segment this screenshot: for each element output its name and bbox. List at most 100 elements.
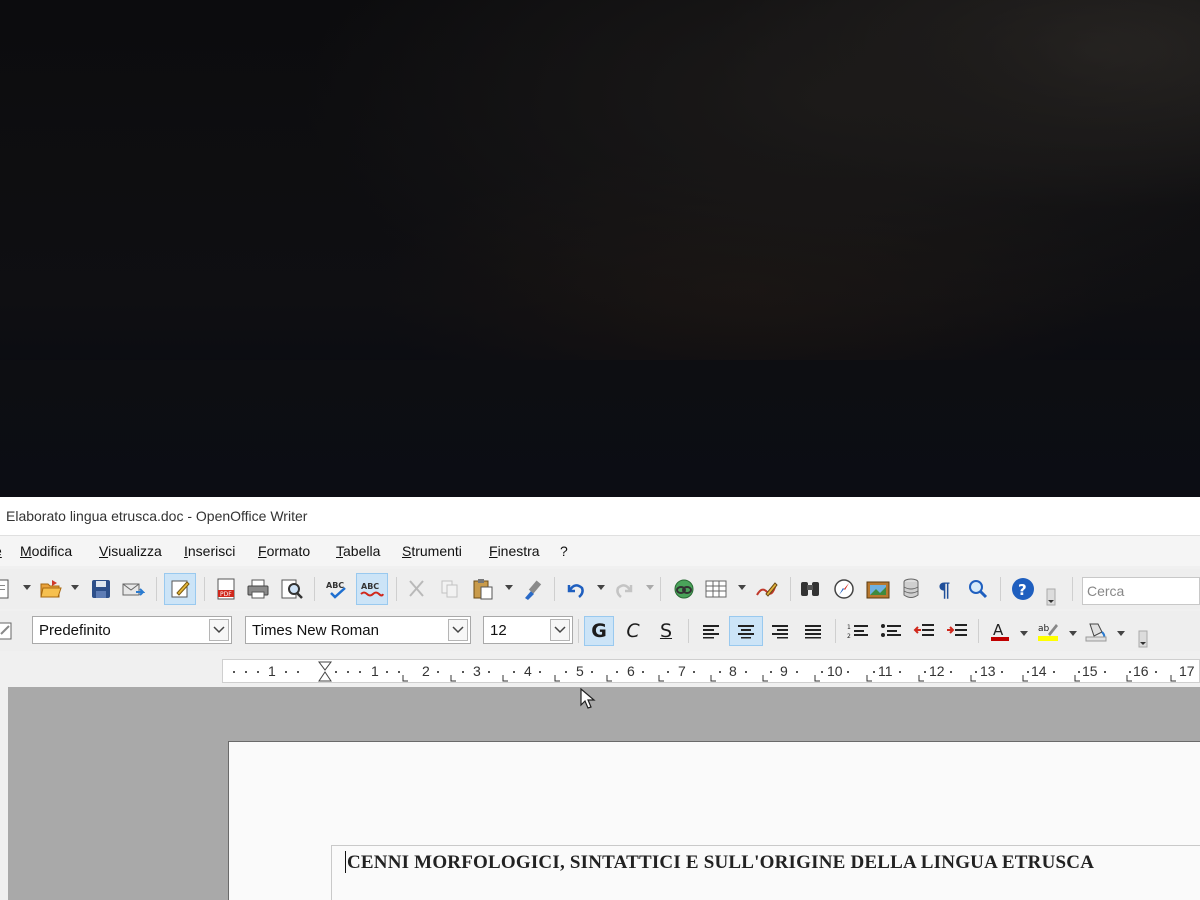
text-boundary: CENNI MORFOLOGICI, SINTATTICI E SULL'ORI… <box>331 845 1200 900</box>
ruler-label: 1 <box>268 663 276 679</box>
underline-button[interactable]: S <box>651 616 681 646</box>
font-color-icon[interactable]: A <box>985 616 1015 646</box>
redo-icon[interactable] <box>612 575 638 603</box>
toolbar-separator <box>204 577 205 601</box>
navigator-icon[interactable] <box>831 575 857 603</box>
document-page[interactable]: CENNI MORFOLOGICI, SINTATTICI E SULL'ORI… <box>228 741 1200 900</box>
undo-dropdown[interactable] <box>597 585 605 590</box>
toolbar-separator <box>1072 577 1073 601</box>
toolbar-separator <box>578 619 579 643</box>
svg-text:ABC: ABC <box>361 582 379 591</box>
hyperlink-icon[interactable] <box>671 575 697 603</box>
spellcheck-icon[interactable]: ABC <box>325 575 351 603</box>
menu-inserisci[interactable]: Inserisci <box>184 543 235 559</box>
toolbar-separator <box>396 577 397 601</box>
bold-button[interactable]: G <box>584 616 614 646</box>
edit-mode-icon[interactable] <box>164 573 196 605</box>
openoffice-writer-window: Elaborato lingua etrusca.doc - OpenOffic… <box>0 497 1200 900</box>
toolbar-separator <box>156 577 157 601</box>
autospellcheck-icon[interactable]: ABC <box>356 573 388 605</box>
save-icon[interactable] <box>88 575 114 603</box>
menu-visualizza[interactable]: Visualizza <box>99 543 162 559</box>
help-icon[interactable]: ? <box>1010 575 1036 603</box>
menu-help[interactable]: ? <box>560 543 568 559</box>
open-recent-dropdown[interactable] <box>71 585 79 590</box>
formatting-marks-icon[interactable]: ¶ <box>932 575 958 603</box>
open-folder-icon[interactable] <box>38 575 64 603</box>
screen-top-bezel <box>0 360 1200 500</box>
redo-dropdown[interactable] <box>646 585 654 590</box>
ruler-label: 17 <box>1179 663 1195 679</box>
toolbar-separator <box>688 619 689 643</box>
menu-formato[interactable]: Formato <box>258 543 310 559</box>
italic-button[interactable]: C <box>618 616 648 646</box>
new-document-icon[interactable] <box>0 575 14 603</box>
undo-icon[interactable] <box>562 575 588 603</box>
export-pdf-icon[interactable]: PDF <box>213 575 239 603</box>
toolbar-separator <box>790 577 791 601</box>
chevron-down-icon[interactable] <box>550 619 570 641</box>
ruler-label: 16 <box>1133 663 1149 679</box>
menu-tabella[interactable]: Tabella <box>336 543 380 559</box>
format-paintbrush-icon[interactable] <box>520 575 546 603</box>
menu-bar: e Modifica Visualizza Inserisci Formato … <box>0 536 1200 566</box>
cut-icon[interactable] <box>404 575 430 603</box>
search-input[interactable]: Cerca <box>1087 583 1124 599</box>
numbered-list-icon[interactable]: 12 <box>843 616 873 646</box>
zoom-icon[interactable] <box>965 575 991 603</box>
align-center-icon[interactable] <box>729 616 763 646</box>
draw-functions-icon[interactable] <box>754 575 780 603</box>
find-replace-icon[interactable] <box>797 575 823 603</box>
font-name-value: Times New Roman <box>252 622 379 639</box>
toolbar-overflow-chevron-icon[interactable] <box>1136 625 1150 653</box>
indent-marker-icon <box>318 661 332 682</box>
ruler-ticks <box>233 661 1176 682</box>
table-dropdown[interactable] <box>738 585 746 590</box>
ruler-label: 12 <box>929 663 945 679</box>
ruler-label: 13 <box>980 663 996 679</box>
ruler-label: 9 <box>780 663 788 679</box>
gallery-icon[interactable] <box>865 575 891 603</box>
menu-file[interactable]: e <box>0 543 2 559</box>
print-preview-icon[interactable] <box>279 575 305 603</box>
ruler-label: 5 <box>576 663 584 679</box>
font-name-select[interactable]: Times New Roman <box>245 616 471 644</box>
svg-text:ab: ab <box>1038 624 1050 634</box>
highlighting-dropdown[interactable] <box>1069 631 1077 636</box>
menu-finestra[interactable]: Finestra <box>489 543 540 559</box>
paste-dropdown[interactable] <box>505 585 513 590</box>
print-icon[interactable] <box>245 575 271 603</box>
data-sources-icon[interactable] <box>898 575 924 603</box>
new-document-dropdown[interactable] <box>23 585 31 590</box>
chevron-down-icon[interactable] <box>209 619 229 641</box>
horizontal-ruler[interactable]: 1 1 2 3 4 5 6 7 8 9 10 11 12 13 14 15 16… <box>222 659 1200 683</box>
menu-strumenti[interactable]: Strumenti <box>402 543 462 559</box>
font-size-select[interactable]: 12 <box>483 616 573 644</box>
search-field[interactable]: Cerca <box>1082 577 1200 605</box>
svg-text:2: 2 <box>847 633 851 640</box>
ruler-label: 7 <box>678 663 686 679</box>
document-heading[interactable]: CENNI MORFOLOGICI, SINTATTICI E SULL'ORI… <box>347 852 1094 874</box>
table-icon[interactable] <box>703 575 729 603</box>
toolbar-separator <box>660 577 661 601</box>
paragraph-style-select[interactable]: Predefinito <box>32 616 232 644</box>
font-color-dropdown[interactable] <box>1020 631 1028 636</box>
background-color-icon[interactable] <box>1081 616 1111 646</box>
chevron-down-icon[interactable] <box>448 619 468 641</box>
bullet-list-icon[interactable] <box>876 616 906 646</box>
styles-formatting-icon[interactable] <box>0 617 18 645</box>
highlighting-icon[interactable]: ab <box>1033 616 1063 646</box>
align-left-icon[interactable] <box>696 616 726 646</box>
align-right-icon[interactable] <box>765 616 795 646</box>
email-icon[interactable] <box>120 575 146 603</box>
decrease-indent-icon[interactable] <box>909 616 939 646</box>
menu-modifica[interactable]: Modifica <box>20 543 72 559</box>
copy-icon[interactable] <box>437 575 463 603</box>
paste-icon[interactable] <box>470 575 496 603</box>
formatting-toolbar: Predefinito Times New Roman 12 G C S 1 2… <box>0 611 1200 651</box>
toolbar-separator <box>835 619 836 643</box>
justify-icon[interactable] <box>798 616 828 646</box>
toolbar-overflow-chevron-icon[interactable] <box>1044 583 1058 611</box>
background-color-dropdown[interactable] <box>1117 631 1125 636</box>
increase-indent-icon[interactable] <box>942 616 972 646</box>
